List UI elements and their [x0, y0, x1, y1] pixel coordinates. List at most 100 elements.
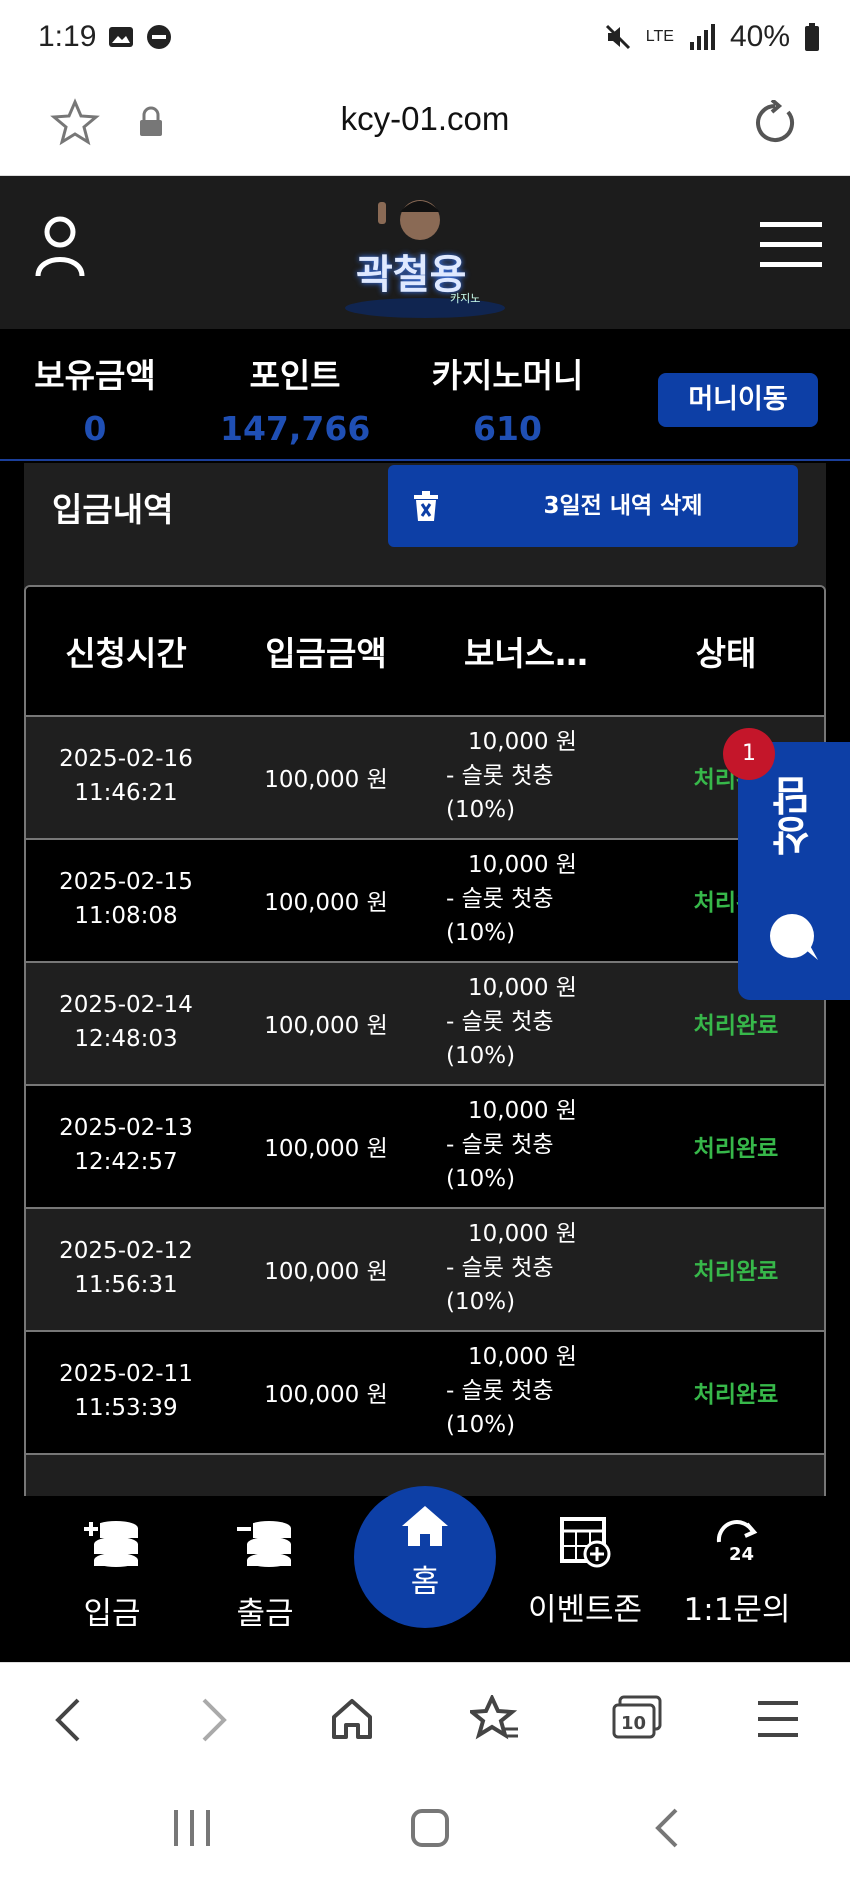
- nav-withdraw-label: 출금: [236, 1596, 294, 1632]
- signal-icon: [689, 24, 715, 50]
- row-date: 2025-02-11: [59, 1361, 193, 1387]
- browser-home-icon[interactable]: [330, 1697, 374, 1741]
- table-header: 신청시간 입금금액 보너스… 상태: [26, 587, 824, 717]
- row-bonus-rate: (10%): [446, 1166, 516, 1192]
- row-bonus-rate: (10%): [446, 1289, 516, 1315]
- chat-badge: 1: [723, 728, 775, 780]
- system-back-icon[interactable]: [652, 1808, 680, 1848]
- col-request-time[interactable]: 신청시간: [26, 627, 226, 675]
- svg-text:10: 10: [621, 1713, 646, 1734]
- row-amount: 100,000 원: [264, 890, 388, 916]
- col-status[interactable]: 상태: [626, 627, 824, 675]
- row-bonus-amount: 10,000 원: [468, 1098, 577, 1124]
- site-logo[interactable]: 곽철용 카지노: [340, 190, 510, 320]
- row-time: 12:48:03: [74, 1026, 178, 1052]
- nav-deposit[interactable]: 입금: [62, 1516, 162, 1633]
- deposit-history-panel: 입금내역 3일전 내역 삭제 신청시간 입금금액 보너스… 상태 2025-02…: [24, 463, 826, 1662]
- nav-withdraw[interactable]: 출금: [215, 1516, 315, 1633]
- row-time: 11:56:31: [74, 1272, 178, 1298]
- refresh-icon[interactable]: [752, 100, 798, 146]
- network-label: LTE: [645, 28, 674, 45]
- nav-deposit-label: 입금: [83, 1596, 141, 1632]
- col-bonus[interactable]: 보너스…: [426, 627, 626, 675]
- row-bonus-type: - 슬롯 첫충: [446, 1255, 554, 1281]
- bookmarks-icon[interactable]: [470, 1695, 520, 1743]
- row-bonus-amount: 10,000 원: [468, 729, 577, 755]
- row-bonus-amount: 10,000 원: [468, 1344, 577, 1370]
- table-row[interactable]: 2025-02-12 11:56:31 100,000 원 10,000 원 - 슬…: [26, 1209, 824, 1332]
- row-bonus-amount: 10,000 원: [468, 852, 577, 878]
- browser-menu-icon[interactable]: [758, 1701, 798, 1737]
- table-row[interactable]: 2025-02-14 12:48:03 100,000 원 10,000 원 - 슬…: [26, 963, 824, 1086]
- holding-balance: 보유금액 0: [30, 349, 160, 448]
- row-bonus-rate: (10%): [446, 1043, 516, 1069]
- row-amount: 100,000 원: [264, 1259, 388, 1285]
- status-bar: 1:19 LTE 40%: [0, 0, 850, 80]
- url-text[interactable]: kcy-01.com: [0, 100, 850, 138]
- row-bonus-rate: (10%): [446, 797, 516, 823]
- row-status: 처리완료: [693, 1382, 779, 1408]
- system-home-icon[interactable]: [410, 1808, 450, 1848]
- nav-event[interactable]: 이벤트존: [520, 1516, 650, 1629]
- row-bonus-type: - 슬롯 첫충: [446, 1132, 554, 1158]
- delete-history-button[interactable]: 3일전 내역 삭제: [388, 465, 798, 547]
- row-amount: 100,000 원: [264, 767, 388, 793]
- row-amount: 100,000 원: [264, 1136, 388, 1162]
- nav-home[interactable]: 홈: [354, 1486, 496, 1628]
- user-icon[interactable]: [34, 214, 86, 278]
- bottom-nav: 입금 출금 홈 이벤트존 24 1:1문의: [0, 1486, 850, 1662]
- mute-icon: [605, 24, 630, 50]
- row-date: 2025-02-12: [59, 1238, 193, 1264]
- row-amount: 100,000 원: [264, 1382, 388, 1408]
- row-status: 처리완료: [693, 1136, 779, 1162]
- svg-text:24: 24: [729, 1544, 754, 1565]
- row-bonus-type: - 슬롯 첫충: [446, 886, 554, 912]
- row-bonus-amount: 10,000 원: [468, 1221, 577, 1247]
- back-arrow-icon[interactable]: [52, 1697, 82, 1743]
- nav-home-label: 홈: [410, 1564, 440, 1600]
- nav-inquiry[interactable]: 24 1:1문의: [682, 1516, 792, 1629]
- row-bonus-amount: 10,000 원: [468, 975, 577, 1001]
- event-calendar-icon: [560, 1517, 611, 1568]
- row-time: 11:08:08: [74, 903, 178, 929]
- row-date: 2025-02-14: [59, 992, 193, 1018]
- chat-bubble-icon: [770, 914, 818, 960]
- row-amount: 100,000 원: [264, 1013, 388, 1039]
- battery-percent: 40%: [729, 20, 790, 53]
- tabs-icon[interactable]: 10: [612, 1695, 662, 1741]
- table-row[interactable]: 2025-02-13 12:42:57 100,000 원 10,000 원 - 슬…: [26, 1086, 824, 1209]
- row-status: 처리완료: [693, 1013, 779, 1039]
- casino-balance: 카지노머니 610: [425, 349, 590, 448]
- row-date: 2025-02-16: [59, 746, 193, 772]
- app-header: 곽철용 카지노: [0, 176, 850, 329]
- table-row[interactable]: 2025-02-11 11:53:39 100,000 원 10,000 원 - 슬…: [26, 1332, 824, 1455]
- panel-title: 입금내역: [52, 490, 174, 529]
- support-24-icon: 24: [716, 1520, 758, 1565]
- gallery-icon: [109, 27, 133, 47]
- forward-arrow-icon[interactable]: [200, 1697, 230, 1743]
- casino-value: 610: [473, 409, 542, 448]
- home-icon: [402, 1506, 448, 1546]
- browser-nav-bar: 10: [0, 1662, 850, 1776]
- row-date: 2025-02-13: [59, 1115, 193, 1141]
- row-time: 11:53:39: [74, 1395, 178, 1421]
- browser-url-bar: kcy-01.com: [0, 80, 850, 176]
- menu-icon[interactable]: [760, 222, 822, 268]
- row-bonus-rate: (10%): [446, 920, 516, 946]
- recent-apps-icon[interactable]: [172, 1810, 212, 1846]
- app-content: 곽철용 카지노 보유금액 0 포인트 147,766 카지노머니 610 머니이…: [0, 176, 850, 1662]
- row-time: 11:46:21: [74, 780, 178, 806]
- row-date: 2025-02-15: [59, 869, 193, 895]
- table-row[interactable]: 2025-02-16 11:46:21 100,000 원 10,000 원 - 슬…: [26, 717, 824, 840]
- battery-icon: [805, 23, 819, 51]
- row-status: 처리완료: [693, 1259, 779, 1285]
- holding-value: 0: [83, 409, 107, 448]
- balance-bar: 보유금액 0 포인트 147,766 카지노머니 610 머니이동: [0, 329, 850, 461]
- point-value: 147,766: [220, 409, 371, 448]
- point-balance: 포인트 147,766: [220, 356, 371, 448]
- chat-consult-tab[interactable]: 상담: [738, 742, 850, 1000]
- col-amount[interactable]: 입금금액: [226, 627, 426, 675]
- money-move-button[interactable]: 머니이동: [658, 373, 818, 427]
- table-row[interactable]: 2025-02-15 11:08:08 100,000 원 10,000 원 - 슬…: [26, 840, 824, 963]
- row-time: 12:42:57: [74, 1149, 178, 1175]
